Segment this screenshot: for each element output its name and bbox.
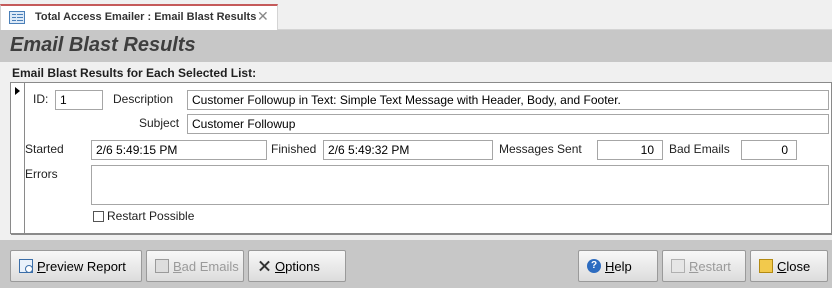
subform-divider: [11, 233, 832, 235]
bad-emails-button[interactable]: Bad Emails: [146, 250, 244, 282]
options-button[interactable]: Options: [248, 250, 346, 282]
form-icon: [9, 11, 25, 24]
form-header: Email Blast Results: [0, 30, 832, 62]
section-label: Email Blast Results for Each Selected Li…: [12, 66, 257, 80]
preview-report-button[interactable]: Preview Report: [10, 250, 142, 282]
results-subform: ID: 1 Description Customer Followup in T…: [10, 82, 832, 235]
help-button-label: Help: [605, 258, 632, 274]
close-button[interactable]: Close: [750, 250, 828, 282]
current-record-arrow-icon: [15, 87, 20, 95]
close-button-label: Close: [777, 258, 811, 274]
document-tab-label: Total Access Emailer : Email Blast Resul…: [35, 11, 257, 23]
subject-field[interactable]: Customer Followup: [187, 114, 829, 134]
id-field[interactable]: 1: [55, 90, 103, 110]
bad-emails-icon: [155, 259, 169, 273]
description-label: Description: [113, 92, 174, 106]
folder-close-icon: [759, 259, 773, 273]
subject-label: Subject: [139, 116, 180, 130]
help-icon: ?: [587, 259, 601, 273]
options-button-label: Options: [275, 258, 320, 274]
finished-field[interactable]: 2/6 5:49:32 PM: [323, 140, 493, 160]
errors-field[interactable]: [91, 165, 829, 205]
messages-sent-label: Messages Sent: [499, 142, 582, 156]
bad-emails-label: Bad Emails: [669, 142, 730, 156]
help-button[interactable]: ? Help: [578, 250, 658, 282]
restart-icon: [671, 259, 685, 273]
restart-button[interactable]: Restart: [662, 250, 746, 282]
page-title: Email Blast Results: [10, 34, 196, 56]
restart-button-label: Restart: [689, 258, 731, 274]
bad-emails-field[interactable]: 0: [741, 140, 797, 160]
close-tab-icon[interactable]: ✕: [257, 8, 269, 25]
preview-report-label: Preview Report: [37, 258, 126, 274]
bad-emails-button-label: Bad Emails: [173, 258, 239, 274]
document-tab[interactable]: Total Access Emailer : Email Blast Resul…: [0, 4, 278, 30]
restart-possible-label: Restart Possible: [107, 209, 195, 223]
restart-possible-checkbox[interactable]: [93, 211, 104, 222]
messages-sent-field[interactable]: 10: [597, 140, 663, 160]
started-field[interactable]: 2/6 5:49:15 PM: [91, 140, 267, 160]
document-tab-strip: Total Access Emailer : Email Blast Resul…: [0, 0, 832, 30]
id-label: ID:: [33, 92, 49, 106]
record-selector[interactable]: [11, 83, 25, 233]
errors-label: Errors: [25, 167, 58, 181]
finished-label: Finished: [271, 142, 317, 156]
tools-icon: [257, 259, 271, 273]
report-icon: [19, 259, 33, 273]
started-label: Started: [25, 142, 64, 156]
description-field[interactable]: Customer Followup in Text: Simple Text M…: [187, 90, 829, 110]
